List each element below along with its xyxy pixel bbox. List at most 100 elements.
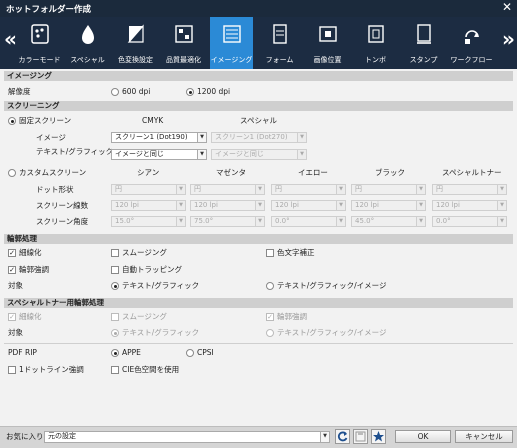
- cpsi-radio[interactable]: [186, 349, 194, 357]
- res-1200-radio[interactable]: [186, 88, 194, 96]
- prev-tabs-icon[interactable]: «: [4, 29, 17, 49]
- text-cmyk-select[interactable]: イメージと同じ ▼: [111, 149, 207, 160]
- ruling-cyan: 120 lpi ▼: [111, 200, 186, 211]
- cpsi-label: CPSI: [197, 348, 214, 357]
- select-value: 120 lpi: [194, 201, 218, 209]
- select-value: 0.0°: [436, 217, 451, 225]
- image-label: イメージ: [36, 133, 66, 142]
- tab-label: フォーム: [265, 56, 294, 64]
- select-value: 円: [115, 185, 122, 193]
- edge-target-label: 対象: [8, 281, 23, 290]
- thin-line-checkbox[interactable]: ✓: [8, 249, 16, 257]
- chevron-down-icon: ▼: [197, 150, 206, 159]
- dot-shape-magenta: 円 ▼: [190, 184, 265, 195]
- thin-line-label: 細線化: [19, 248, 42, 257]
- pdf-rip-label: PDF RIP: [8, 348, 37, 357]
- tab-imaging[interactable]: イメージング: [210, 17, 253, 69]
- sp-smoothing-checkbox: [111, 313, 119, 321]
- window-title: ホットフォルダー作成: [6, 5, 92, 15]
- auto-trap-checkbox[interactable]: [111, 266, 119, 274]
- tab-stamp[interactable]: スタンプ: [402, 17, 445, 69]
- tab-bar: « » カラーモード スペシャル 色変換設定 品質最適化 イメージング フォーム…: [0, 17, 517, 69]
- select-value: 45.0°: [355, 217, 375, 225]
- tab-label: 品質最適化: [166, 56, 201, 64]
- select-value: 75.0°: [194, 217, 214, 225]
- angle-magenta: 75.0° ▼: [190, 216, 265, 227]
- select-value: イメージと同じ: [215, 150, 264, 158]
- color-text-label: 色文字補正: [277, 248, 315, 257]
- tab-workflow[interactable]: ワークフロー: [450, 17, 493, 69]
- res-600-radio[interactable]: [111, 88, 119, 96]
- tab-label: スタンプ: [409, 56, 438, 64]
- tab-quality[interactable]: 品質最適化: [162, 17, 205, 69]
- sp-edge-enhance-checkbox: ✓: [266, 313, 274, 321]
- save-favorite-button[interactable]: [353, 429, 368, 444]
- drop-icon: [82, 25, 94, 44]
- workflow-icon: [465, 30, 479, 44]
- sp-target-all-radio: [266, 329, 274, 337]
- select-value: 120 lpi: [275, 201, 299, 209]
- ok-button[interactable]: OK: [395, 430, 451, 443]
- column-cyan: シアン: [137, 168, 160, 177]
- favorites-settings-icon: [373, 431, 384, 442]
- select-value: スクリーン1 (Dot270): [215, 133, 288, 141]
- cancel-button[interactable]: キャンセル: [455, 430, 513, 443]
- select-value: 0.0°: [275, 217, 290, 225]
- auto-trap-label: 自動トラッピング: [122, 265, 182, 274]
- tab-label: 色変換設定: [118, 56, 153, 64]
- tab-crop-marks[interactable]: トンボ: [354, 17, 397, 69]
- text-graphic-label: テキスト/グラフィック: [36, 147, 114, 156]
- tab-label: ワークフロー: [450, 56, 493, 64]
- tab-label: カラーモード: [18, 56, 61, 64]
- angle-black: 45.0° ▼: [351, 216, 426, 227]
- next-tabs-icon[interactable]: »: [502, 29, 515, 49]
- appe-radio[interactable]: [111, 349, 119, 357]
- tab-label: スペシャル: [70, 56, 105, 64]
- favorites-select[interactable]: 元の設定 ▼: [44, 431, 330, 443]
- tab-label: 画像位置: [313, 56, 342, 64]
- one-dot-line-checkbox[interactable]: [8, 366, 16, 374]
- custom-screen-label: カスタムスクリーン: [19, 168, 87, 177]
- custom-screen-radio[interactable]: [8, 169, 16, 177]
- chevron-down-icon: ▼: [336, 217, 345, 226]
- chevron-down-icon: ▼: [255, 185, 264, 194]
- dot-shape-black: 円 ▼: [351, 184, 426, 195]
- cie-checkbox[interactable]: [111, 366, 119, 374]
- select-value: 円: [355, 185, 362, 193]
- appe-label: APPE: [122, 348, 141, 357]
- manage-favorites-button[interactable]: [371, 429, 386, 444]
- tab-color-mode[interactable]: カラーモード: [18, 17, 61, 69]
- section-header-screening: スクリーニング: [4, 101, 513, 111]
- close-icon[interactable]: ✕: [502, 0, 512, 14]
- edge-enhance-checkbox[interactable]: ✓: [8, 266, 16, 274]
- edge-target-all-radio[interactable]: [266, 282, 274, 290]
- form-icon: [273, 24, 287, 44]
- chevron-down-icon: ▼: [416, 185, 425, 194]
- column-special-toner: スペシャルトナー: [442, 168, 502, 177]
- ruling-black: 120 lpi ▼: [351, 200, 426, 211]
- column-special: スペシャル: [240, 116, 277, 125]
- column-black: ブラック: [375, 168, 405, 177]
- ruling-yellow: 120 lpi ▼: [271, 200, 346, 211]
- select-value: 円: [194, 185, 201, 193]
- res-600-label: 600 dpi: [122, 87, 151, 96]
- image-cmyk-select[interactable]: スクリーン1 (Dot190) ▼: [111, 132, 207, 143]
- color-text-checkbox[interactable]: [266, 249, 274, 257]
- smoothing-checkbox[interactable]: [111, 249, 119, 257]
- select-value: 120 lpi: [115, 201, 139, 209]
- select-value: 円: [275, 185, 282, 193]
- tab-image-position[interactable]: 画像位置: [306, 17, 349, 69]
- tab-special[interactable]: スペシャル: [66, 17, 109, 69]
- fixed-screen-radio[interactable]: [8, 117, 16, 125]
- edge-target-text-radio[interactable]: [111, 282, 119, 290]
- stamp-icon: [417, 24, 431, 44]
- chevron-down-icon: ▼: [320, 432, 329, 442]
- tab-form[interactable]: フォーム: [258, 17, 301, 69]
- tab-color-conversion[interactable]: 色変換設定: [114, 17, 157, 69]
- sp-target-text-radio: [111, 329, 119, 337]
- refresh-button[interactable]: [335, 429, 350, 444]
- screen-ruling-label: スクリーン線数: [36, 201, 89, 210]
- column-yellow: イエロー: [298, 168, 328, 177]
- chevron-down-icon: ▼: [176, 185, 185, 194]
- chevron-down-icon: ▼: [176, 201, 185, 210]
